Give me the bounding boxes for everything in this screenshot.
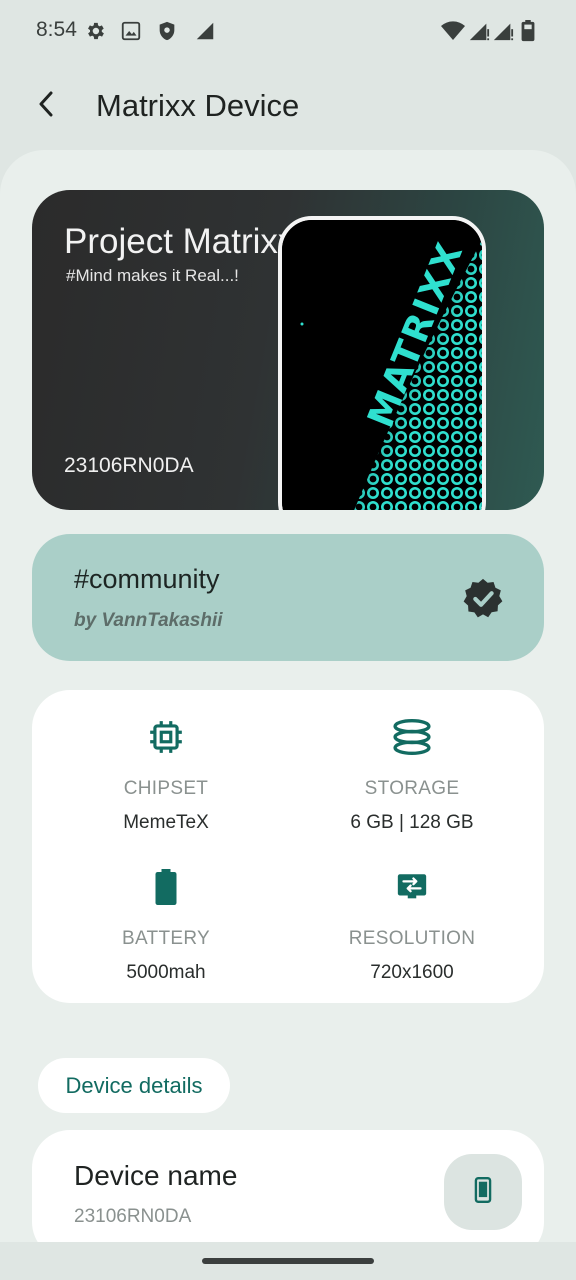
chevron-left-icon: [37, 91, 55, 122]
content-sheet: Project Matrixx #Mind makes it Real...! …: [0, 150, 576, 1242]
resolution-icon: [302, 866, 522, 908]
device-details-header: Device details: [38, 1058, 230, 1113]
status-time: 8:54: [36, 18, 77, 41]
gesture-nav-handle[interactable]: [202, 1258, 374, 1264]
cell-signal-icon: [468, 20, 490, 47]
spec-battery: BATTERY 5000mah: [56, 866, 276, 984]
spec-value: 5000mah: [126, 962, 206, 983]
community-card[interactable]: #community by VannTakashii: [32, 534, 544, 661]
hero-subtitle: #Mind makes it Real...!: [66, 266, 239, 285]
battery-icon: [520, 20, 536, 47]
status-bar: 8:54: [0, 0, 576, 62]
gear-icon: [84, 20, 106, 47]
device-name-value: 23106RN0DA: [74, 1206, 192, 1227]
spec-label: CHIPSET: [123, 778, 209, 799]
device-name-card[interactable]: Device name 23106RN0DA: [32, 1130, 544, 1242]
spec-storage: STORAGE 6 GB | 128 GB: [302, 716, 522, 834]
cell-signal-icon: [492, 20, 514, 47]
storage-icon: [302, 716, 522, 758]
hero-model: 23106RN0DA: [64, 454, 194, 477]
device-name-title: Device name: [74, 1160, 238, 1191]
chip-icon: [56, 716, 276, 758]
device-name-button[interactable]: [444, 1154, 522, 1230]
spec-label: STORAGE: [364, 778, 460, 799]
spec-label: BATTERY: [122, 928, 210, 949]
hero-card: Project Matrixx #Mind makes it Real...! …: [32, 190, 544, 510]
hero-title: Project Matrixx: [64, 222, 296, 261]
back-button[interactable]: [26, 86, 66, 126]
spec-value: 6 GB | 128 GB: [350, 812, 474, 833]
specs-card: CHIPSET MemeTeX STORAGE 6 GB | 128 GB BA…: [32, 690, 544, 1003]
phone-mockup-image: MATRIXX: [278, 216, 486, 510]
battery-icon: [56, 866, 276, 908]
app-bar: Matrixx Device: [0, 62, 576, 150]
community-title: #community: [74, 564, 220, 594]
spec-chipset: CHIPSET MemeTeX: [56, 716, 276, 834]
page-title: Matrixx Device: [96, 88, 300, 123]
shield-icon: [156, 20, 178, 47]
image-icon: [120, 20, 142, 47]
spec-value: MemeTeX: [123, 812, 209, 833]
signal-partial-icon: [194, 20, 216, 47]
spec-label: RESOLUTION: [348, 928, 476, 949]
verified-badge-icon: [460, 576, 506, 627]
phone-icon: [474, 1176, 492, 1208]
spec-resolution: RESOLUTION 720x1600: [302, 866, 522, 984]
spec-value: 720x1600: [370, 962, 454, 983]
community-author: by VannTakashii: [74, 610, 223, 631]
wifi-icon: [440, 20, 466, 47]
